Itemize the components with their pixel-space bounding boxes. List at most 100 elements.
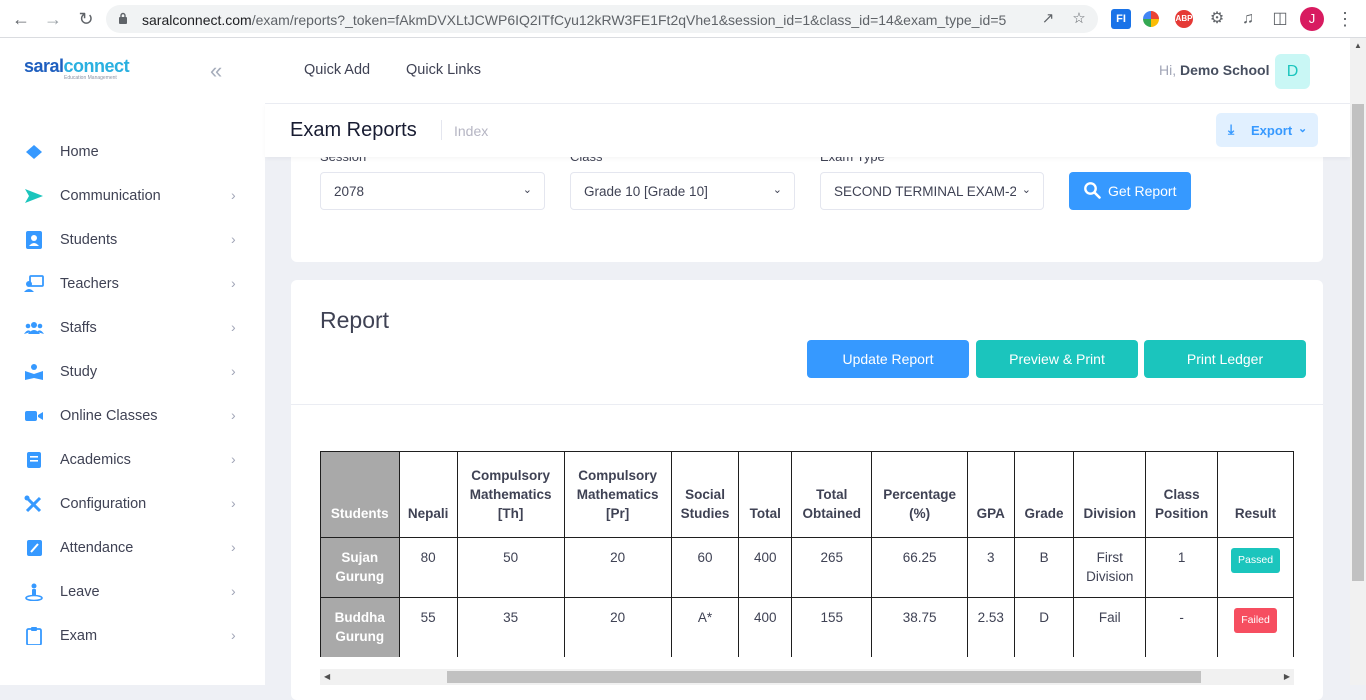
address-bar[interactable]: saralconnect.com/exam/reports?_token=fAk… bbox=[106, 5, 1098, 33]
sidebar-item-attendance[interactable]: Attendance › bbox=[0, 526, 265, 570]
sidebar-item-academics[interactable]: Academics › bbox=[0, 438, 265, 482]
exam-type-select[interactable]: SECOND TERMINAL EXAM-2078 ⌄ bbox=[820, 172, 1044, 210]
table-horizontal-scrollbar[interactable]: ◀ ▶ bbox=[320, 669, 1294, 685]
column-header: Class Position bbox=[1145, 451, 1219, 538]
table-cell: 20 bbox=[563, 597, 672, 657]
sidebar-item-communication[interactable]: Communication › bbox=[0, 174, 265, 218]
column-header: Nepali bbox=[398, 451, 458, 538]
color-picker-extension-icon[interactable] bbox=[1143, 11, 1159, 27]
sidebar-item-staffs[interactable]: Staffs › bbox=[0, 306, 265, 350]
table-cell: 265 bbox=[791, 537, 873, 598]
table-cell: 60 bbox=[670, 537, 740, 598]
side-panel-icon[interactable]: ◫ bbox=[1270, 9, 1290, 29]
update-report-button[interactable]: Update Report bbox=[807, 340, 969, 378]
sidebar-item-study[interactable]: Study › bbox=[0, 350, 265, 394]
sidebar-collapse-icon[interactable]: « bbox=[210, 60, 232, 82]
table-cell: 66.25 bbox=[871, 537, 968, 598]
adblock-extension-icon[interactable]: ABP bbox=[1175, 10, 1193, 28]
breadcrumb[interactable]: Index bbox=[454, 123, 488, 139]
session-select[interactable]: 2078 ⌄ bbox=[320, 172, 545, 210]
student-icon bbox=[26, 231, 42, 249]
scroll-right-icon[interactable]: ▶ bbox=[1284, 672, 1290, 681]
top-header: Quick Add Quick Links Hi, Demo School D bbox=[265, 38, 1350, 104]
sidebar-item-label: Exam bbox=[60, 628, 98, 644]
reload-icon[interactable]: ↻ bbox=[76, 9, 96, 29]
user-greeting[interactable]: Hi, Demo School bbox=[1159, 62, 1269, 78]
preview-print-button[interactable]: Preview & Print bbox=[976, 340, 1138, 378]
fi-extension-icon[interactable]: FI bbox=[1111, 9, 1131, 29]
class-value: Grade 10 [Grade 10] bbox=[584, 184, 708, 199]
sidebar-item-exam[interactable]: Exam › bbox=[0, 614, 265, 658]
back-arrow-icon[interactable]: ← bbox=[11, 9, 31, 29]
more-menu-icon[interactable]: ⋮ bbox=[1336, 9, 1354, 29]
send-icon bbox=[25, 189, 43, 203]
breadcrumb-divider bbox=[441, 120, 442, 140]
url-text[interactable]: saralconnect.com/exam/reports?_token=fAk… bbox=[142, 12, 1022, 28]
chevron-right-icon: › bbox=[231, 187, 236, 203]
student-name-cell: Sujan Gurung bbox=[320, 537, 400, 598]
share-icon[interactable]: ↗ bbox=[1039, 10, 1057, 28]
table-row: Buddha Gurung 55 35 20 A* 400 155 38.75 … bbox=[320, 597, 1294, 657]
extensions-puzzle-icon[interactable]: ⚙ bbox=[1207, 9, 1227, 29]
card-divider bbox=[291, 404, 1323, 405]
sidebar-menu: Home Communication › Students › Teachers… bbox=[0, 130, 265, 658]
table-cell: 55 bbox=[398, 597, 458, 657]
sidebar-item-leave[interactable]: Leave › bbox=[0, 570, 265, 614]
user-avatar[interactable]: D bbox=[1275, 54, 1310, 89]
table-cell: 20 bbox=[563, 537, 672, 598]
study-icon bbox=[25, 364, 43, 380]
chevron-right-icon: › bbox=[231, 583, 236, 599]
report-table: Students Nepali Compulsory Mathematics [… bbox=[320, 451, 1294, 657]
sidebar-item-label: Academics bbox=[60, 452, 131, 468]
sidebar-item-students[interactable]: Students › bbox=[0, 218, 265, 262]
browser-toolbar: ← → ↻ saralconnect.com/exam/reports?_tok… bbox=[0, 0, 1366, 38]
media-control-icon[interactable]: ♫ bbox=[1238, 9, 1258, 29]
url-host: saralconnect.com bbox=[142, 12, 252, 28]
status-badge: Failed bbox=[1234, 608, 1277, 633]
scrollbar-thumb[interactable] bbox=[1352, 104, 1364, 581]
report-card: Report Update Report Preview & Print Pri… bbox=[291, 280, 1323, 700]
print-ledger-button[interactable]: Print Ledger bbox=[1144, 340, 1306, 378]
video-icon bbox=[25, 411, 43, 421]
page-vertical-scrollbar[interactable]: ▲ bbox=[1350, 38, 1366, 685]
chevron-down-icon: ⌄ bbox=[522, 184, 532, 196]
result-cell: Passed bbox=[1217, 537, 1294, 598]
table-header-row: Students Nepali Compulsory Mathematics [… bbox=[320, 451, 1294, 538]
sidebar-item-teachers[interactable]: Teachers › bbox=[0, 262, 265, 306]
column-header: Percentage (%) bbox=[871, 451, 968, 538]
forward-arrow-icon[interactable]: → bbox=[43, 9, 63, 29]
scroll-up-icon[interactable]: ▲ bbox=[1354, 41, 1362, 50]
sidebar-item-label: Attendance bbox=[60, 540, 134, 556]
quick-links-link[interactable]: Quick Links bbox=[406, 62, 481, 78]
chevron-right-icon: › bbox=[231, 627, 236, 643]
class-select[interactable]: Grade 10 [Grade 10] ⌄ bbox=[570, 172, 795, 210]
column-header: Total bbox=[738, 451, 793, 538]
table-cell: 400 bbox=[738, 597, 793, 657]
sidebar-item-online-classes[interactable]: Online Classes › bbox=[0, 394, 265, 438]
export-button[interactable]: ⤓ Export ⌄ bbox=[1216, 113, 1318, 147]
table-cell: 38.75 bbox=[871, 597, 968, 657]
download-icon: ⤓ bbox=[1228, 121, 1235, 137]
get-report-label: Get Report bbox=[1108, 183, 1177, 199]
column-header: Compulsory Mathematics [Th] bbox=[456, 451, 565, 538]
app-logo[interactable]: saralconnect Education Management bbox=[24, 56, 134, 90]
scrollbar-thumb[interactable] bbox=[447, 671, 1201, 683]
profile-avatar[interactable]: J bbox=[1300, 7, 1324, 31]
sidebar-item-configuration[interactable]: Configuration › bbox=[0, 482, 265, 526]
chevron-right-icon: › bbox=[231, 363, 236, 379]
search-icon bbox=[1084, 182, 1101, 199]
sidebar: saralconnect Education Management « Home… bbox=[0, 38, 265, 685]
chevron-down-icon: ⌄ bbox=[1298, 123, 1308, 135]
bookmark-star-icon[interactable]: ☆ bbox=[1070, 10, 1088, 28]
scroll-left-icon[interactable]: ◀ bbox=[324, 672, 330, 681]
chevron-down-icon: ⌄ bbox=[1021, 184, 1031, 196]
staff-icon bbox=[24, 322, 44, 334]
table-cell: 50 bbox=[456, 537, 565, 598]
sidebar-item-home[interactable]: Home bbox=[0, 130, 265, 174]
column-header: Social Studies bbox=[670, 451, 740, 538]
tools-icon bbox=[24, 495, 42, 513]
get-report-button[interactable]: Get Report bbox=[1069, 172, 1191, 210]
exam-type-value: SECOND TERMINAL EXAM-2078 bbox=[834, 184, 1016, 199]
table-cell: D bbox=[1013, 597, 1075, 657]
quick-add-link[interactable]: Quick Add bbox=[304, 62, 370, 78]
